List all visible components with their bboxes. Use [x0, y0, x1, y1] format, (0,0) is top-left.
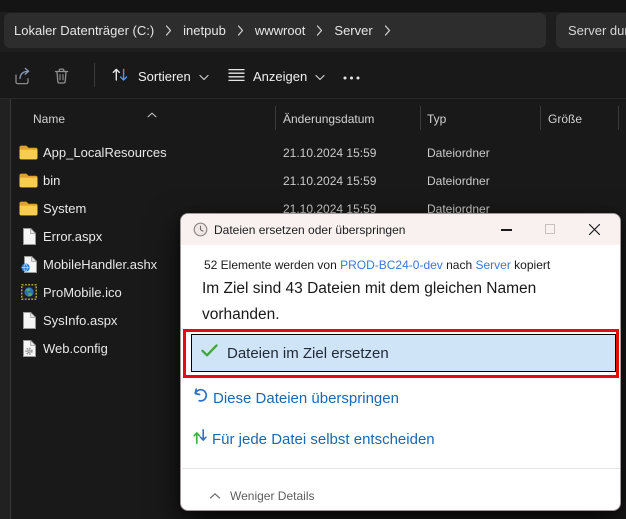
dialog-title: Dateien ersetzen oder überspringen — [214, 223, 406, 237]
chevron-down-icon — [315, 69, 325, 84]
sort-arrows-icon — [110, 66, 130, 86]
column-separator[interactable] — [275, 106, 276, 130]
file-name: MobileHandler.ashx — [43, 257, 158, 272]
copy-status-suffix: kopiert — [510, 258, 551, 272]
file-name: bin — [43, 173, 61, 188]
breadcrumb[interactable]: Lokaler Datenträger (C:) inetpub wwwroot… — [4, 13, 546, 48]
share-icon — [13, 66, 34, 89]
copy-clock-icon — [193, 222, 208, 242]
more-options-button[interactable] — [338, 61, 364, 91]
sort-label: Sortieren — [138, 68, 191, 84]
file-type: Dateiordner — [427, 174, 490, 188]
breadcrumb-item-drive[interactable]: Lokaler Datenträger (C:) — [14, 23, 154, 38]
sort-button[interactable]: Sortieren — [110, 61, 209, 91]
window-top-strip — [0, 0, 626, 12]
close-icon[interactable] — [588, 223, 601, 236]
file-modified: 21.10.2024 15:59 — [283, 174, 377, 188]
ico-file-icon — [19, 283, 38, 301]
file-name: System — [43, 201, 87, 216]
replace-files-option[interactable]: Dateien im Ziel ersetzen — [191, 334, 616, 372]
file-row-app-localresources[interactable]: App_LocalResources 21.10.2024 15:59 Date… — [11, 138, 626, 166]
file-gear-icon — [19, 339, 38, 357]
copy-status-prefix: 52 Elemente werden von — [204, 258, 341, 272]
trash-icon — [52, 66, 71, 89]
toolbar-separator — [0, 98, 626, 99]
view-lines-icon — [228, 68, 245, 85]
file-name: App_LocalResources — [43, 145, 167, 160]
skip-files-label: Diese Dateien überspringen — [213, 389, 399, 407]
less-details-label: Weniger Details — [230, 489, 315, 503]
minimize-button[interactable] — [501, 229, 512, 231]
chevron-down-icon — [199, 69, 209, 84]
folder-icon — [19, 171, 38, 189]
explorer-window: Lokaler Datenträger (C:) inetpub wwwroot… — [0, 0, 626, 519]
breadcrumb-item-inetpub[interactable]: inetpub — [183, 23, 226, 38]
skip-files-option[interactable]: Diese Dateien überspringen — [192, 385, 399, 411]
decide-per-file-option[interactable]: Für jede Datei selbst entscheiden — [192, 426, 435, 452]
sort-ascending-caret-icon — [147, 105, 157, 123]
view-button[interactable]: Anzeigen — [228, 61, 325, 91]
file-name: ProMobile.ico — [43, 285, 122, 300]
file-name: Web.config — [43, 341, 108, 356]
chevron-right-icon — [237, 25, 244, 36]
decide-per-file-label: Für jede Datei selbst entscheiden — [212, 430, 435, 448]
file-globe-icon — [19, 255, 38, 273]
dialog-footer-separator — [182, 468, 620, 469]
search-input[interactable]: Server dur — [556, 13, 626, 48]
delete-button[interactable] — [52, 62, 71, 92]
folder-icon — [19, 199, 38, 217]
file-name: SysInfo.aspx — [43, 313, 118, 328]
maximize-button[interactable] — [545, 224, 555, 234]
folder-icon — [19, 143, 38, 161]
check-icon — [201, 344, 218, 362]
column-header-modified[interactable]: Änderungsdatum — [283, 112, 374, 126]
copy-source-link[interactable]: PROD-BC24-0-dev — [340, 258, 443, 272]
column-header-size[interactable]: Größe — [548, 112, 582, 126]
decide-icon — [192, 428, 208, 450]
column-separator[interactable] — [420, 106, 421, 130]
chevron-up-icon — [209, 487, 221, 505]
skip-icon — [192, 387, 209, 409]
copy-status-line: 52 Elemente werden von PROD-BC24-0-dev n… — [204, 258, 550, 272]
share-button[interactable] — [13, 62, 34, 92]
file-row-bin[interactable]: bin 21.10.2024 15:59 Dateiordner — [11, 166, 626, 194]
more-dots-icon — [342, 69, 361, 84]
view-label: Anzeigen — [253, 68, 308, 84]
column-separator[interactable] — [540, 106, 541, 130]
breadcrumb-item-server[interactable]: Server — [334, 23, 372, 38]
copy-target-link[interactable]: Server — [476, 258, 511, 272]
conflict-message: Im Ziel sind 43 Dateien mit dem gleichen… — [202, 280, 537, 323]
column-separator[interactable] — [618, 106, 619, 130]
file-type: Dateiordner — [427, 146, 490, 160]
column-header-name[interactable]: Name — [33, 112, 65, 126]
file-modified: 21.10.2024 15:59 — [283, 146, 377, 160]
copy-status-middle: nach — [442, 258, 476, 272]
less-details-toggle[interactable]: Weniger Details — [209, 487, 314, 505]
replace-files-label: Dateien im Ziel ersetzen — [227, 344, 389, 362]
file-name: Error.aspx — [43, 229, 103, 244]
replace-skip-dialog: Dateien ersetzen oder überspringen 52 El… — [180, 213, 621, 511]
chevron-right-icon — [316, 25, 323, 36]
nav-pane-edge — [0, 99, 10, 519]
breadcrumb-item-wwwroot[interactable]: wwwroot — [255, 23, 306, 38]
file-icon — [19, 227, 38, 245]
file-icon — [19, 311, 38, 329]
chevron-right-icon — [384, 25, 391, 36]
column-header-type[interactable]: Typ — [427, 112, 446, 126]
search-value: Server dur — [568, 23, 626, 38]
dialog-titlebar[interactable]: Dateien ersetzen oder überspringen — [181, 214, 620, 245]
chevron-right-icon — [165, 25, 172, 36]
toolbar-divider — [94, 63, 95, 87]
